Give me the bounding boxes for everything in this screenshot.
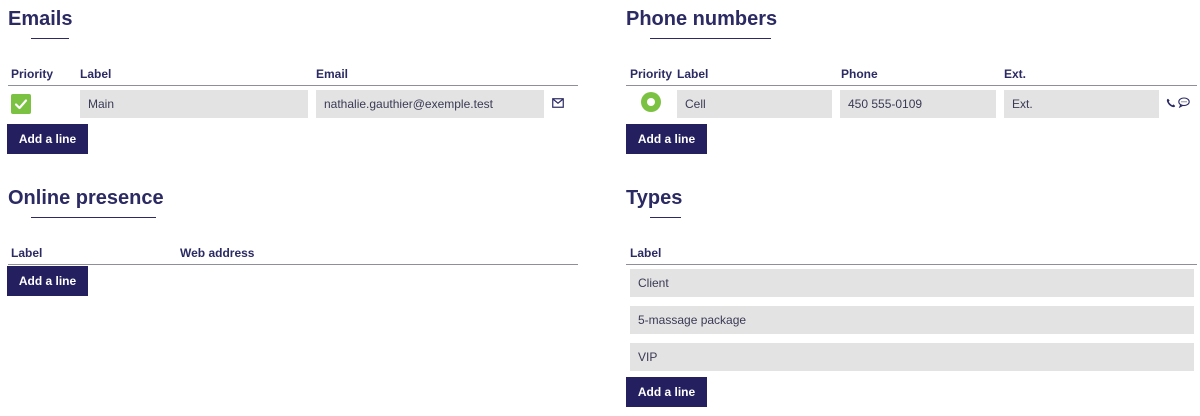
online-header-label: Label <box>11 246 43 260</box>
types-add-line-button[interactable]: Add a line <box>626 377 707 407</box>
type-item-massage-package[interactable]: 5-massage package <box>630 306 1194 334</box>
phones-add-line-button[interactable]: Add a line <box>626 124 707 154</box>
types-title: Types <box>626 187 683 209</box>
email-priority-checkbox[interactable] <box>11 94 31 114</box>
type-item-client[interactable]: Client <box>630 269 1194 297</box>
email-label-field[interactable]: Main <box>80 90 308 118</box>
email-address-field[interactable]: nathalie.gauthier@exemple.test <box>316 90 544 118</box>
phones-header-ext: Ext. <box>1004 67 1027 81</box>
emails-title: Emails <box>8 8 73 30</box>
phone-number-field[interactable]: 450 555-0109 <box>840 90 996 118</box>
online-presence-title-underline <box>31 217 156 218</box>
phones-header-rule <box>626 85 1197 86</box>
online-header-rule <box>8 264 578 265</box>
phones-header-priority: Priority <box>630 67 673 81</box>
phone-label-field[interactable]: Cell <box>677 90 832 118</box>
emails-header-priority: Priority <box>11 67 54 81</box>
emails-header-rule <box>8 85 578 86</box>
phone-icon[interactable] <box>1166 98 1176 108</box>
envelope-icon[interactable] <box>552 98 564 108</box>
phones-title-underline <box>650 38 771 39</box>
phones-title: Phone numbers <box>626 8 778 30</box>
online-header-web-address: Web address <box>180 246 255 260</box>
types-header-rule <box>626 264 1197 265</box>
emails-add-line-button[interactable]: Add a line <box>7 124 88 154</box>
phone-ext-field[interactable]: Ext. <box>1004 90 1159 118</box>
emails-title-underline <box>31 38 69 39</box>
chat-bubble-icon[interactable] <box>1178 97 1190 108</box>
online-presence-title: Online presence <box>8 187 164 209</box>
emails-header-label: Label <box>80 67 112 81</box>
phones-header-phone: Phone <box>841 67 878 81</box>
types-header-label: Label <box>630 246 662 260</box>
phone-priority-radio[interactable] <box>641 92 661 112</box>
phones-header-label: Label <box>677 67 709 81</box>
emails-header-email: Email <box>316 67 349 81</box>
type-item-vip[interactable]: VIP <box>630 343 1194 371</box>
online-add-line-button[interactable]: Add a line <box>7 266 88 296</box>
checkmark-icon <box>14 99 28 110</box>
types-title-underline <box>650 217 681 218</box>
